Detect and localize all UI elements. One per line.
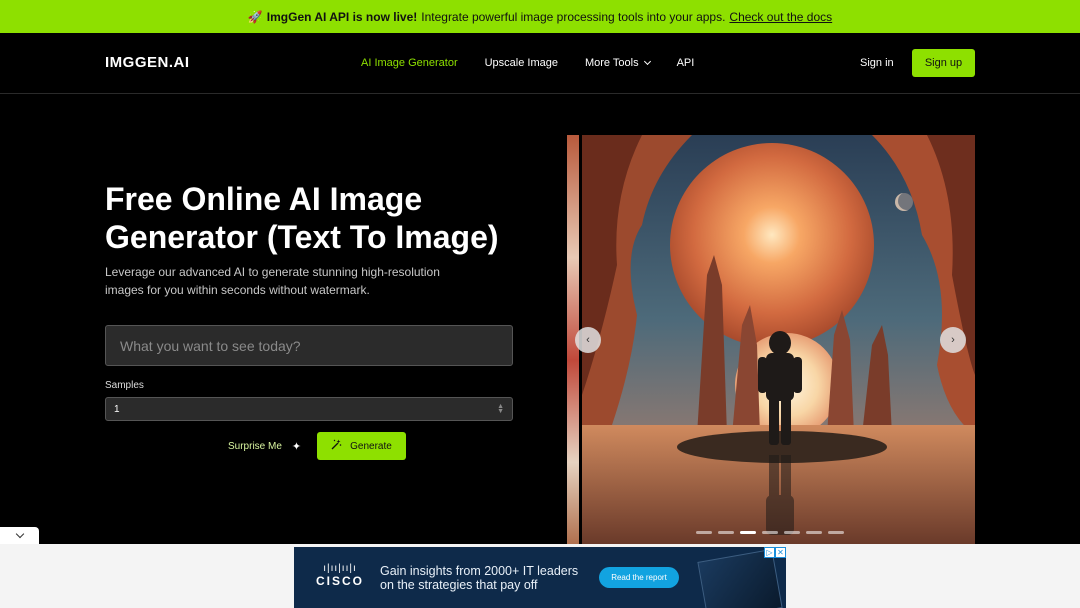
nav-label: Upscale Image: [484, 57, 558, 69]
site-header: IMGGEN.AI AI Image Generator Upscale Ima…: [0, 33, 1080, 94]
image-carousel: ‹ ›: [567, 135, 975, 544]
carousel-dot[interactable]: [696, 531, 712, 534]
cisco-bars-icon: ı|ıı|ıı|ı: [323, 563, 357, 574]
carousel-indicators: [696, 531, 844, 534]
surprise-me-button[interactable]: Surprise Me ✦: [228, 440, 301, 453]
chevron-left-icon: ‹: [586, 334, 590, 346]
chevron-down-icon: [15, 529, 24, 539]
cisco-wordmark: CISCO: [316, 574, 365, 588]
cisco-ad-banner[interactable]: ı|ıı|ıı|ı CISCO Gain insights from 2000+…: [294, 547, 786, 608]
carousel-dot[interactable]: [828, 531, 844, 534]
announcement-text: Integrate powerful image processing tool…: [421, 9, 726, 24]
nav-label: AI Image Generator: [361, 57, 458, 69]
prompt-input[interactable]: [105, 325, 513, 366]
carousel-next-button[interactable]: ›: [940, 327, 966, 353]
sparkles-icon: ✦: [291, 441, 302, 453]
rocket-icon: 🚀: [247, 9, 263, 24]
announcement-bar: 🚀 ImgGen AI API is now live! Integrate p…: [0, 0, 1080, 33]
page-title: Free Online AI Image Generator (Text To …: [105, 181, 499, 255]
carousel-prev-button[interactable]: ‹: [575, 327, 601, 353]
samples-select[interactable]: 1 ▲ ▼: [105, 397, 513, 421]
read-report-button[interactable]: Read the report: [599, 567, 679, 588]
carousel-dot[interactable]: [784, 531, 800, 534]
adchoices-icon: ▷: [764, 547, 775, 558]
collapse-ad-toggle[interactable]: [0, 527, 39, 545]
generate-label: Generate: [350, 440, 392, 452]
samples-label: Samples: [105, 380, 144, 391]
logo[interactable]: IMGGEN.AI: [105, 54, 190, 71]
nav-more-tools[interactable]: More Tools: [584, 57, 651, 69]
docs-link[interactable]: Check out the docs: [729, 10, 832, 24]
page-subtitle: Leverage our advanced AI to generate stu…: [105, 265, 440, 297]
carousel-dot[interactable]: [740, 531, 756, 534]
carousel-dot[interactable]: [806, 531, 822, 534]
sign-up-button[interactable]: Sign up: [912, 49, 975, 77]
magic-wand-icon: [331, 439, 342, 453]
main-nav: AI Image Generator Upscale Image More To…: [361, 57, 721, 69]
nav-api[interactable]: API: [677, 57, 695, 69]
nav-label: More Tools: [584, 57, 639, 69]
carousel-dot[interactable]: [718, 531, 734, 534]
nav-label: API: [676, 57, 695, 69]
ad-strip: ı|ıı|ıı|ı CISCO Gain insights from 2000+…: [0, 544, 1080, 608]
select-arrows-icon: ▲ ▼: [497, 403, 504, 415]
surprise-label: Surprise Me: [228, 441, 282, 452]
cisco-logo: ı|ıı|ıı|ı CISCO: [316, 563, 365, 589]
nav-upscale-image[interactable]: Upscale Image: [485, 57, 558, 69]
slide-image-astronaut: [582, 135, 975, 544]
ad-text: Gain insights from 2000+ IT leaders on t…: [380, 564, 579, 592]
generate-button[interactable]: Generate: [317, 432, 406, 460]
sign-in-link[interactable]: Sign in: [860, 57, 894, 69]
chevron-down-icon: [643, 57, 651, 66]
samples-value: 1: [114, 403, 120, 415]
nav-ai-image-generator[interactable]: AI Image Generator: [361, 57, 458, 69]
carousel-dot[interactable]: [762, 531, 778, 534]
announcement-headline: ImgGen AI API is now live!: [266, 9, 418, 24]
chevron-right-icon: ›: [951, 334, 955, 346]
adchoices[interactable]: ▷ ✕: [764, 547, 786, 558]
close-icon[interactable]: ✕: [775, 547, 786, 558]
